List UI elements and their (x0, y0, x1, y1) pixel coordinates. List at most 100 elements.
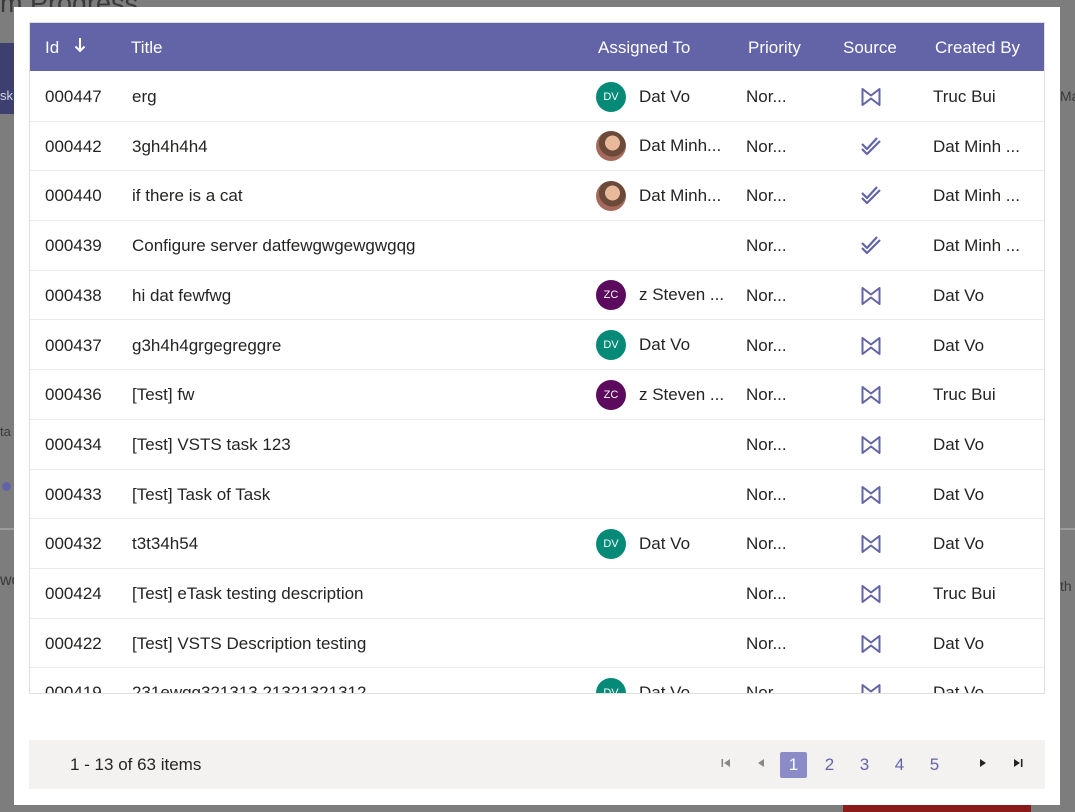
vsts-source-icon (856, 271, 886, 320)
cell-id: 000433 (45, 484, 102, 504)
cell-assigned-to: ZC z Steven ... (596, 271, 732, 320)
cell-title[interactable]: Configure server datfewgwgewgwgqg (132, 221, 582, 270)
assignee-name: Dat Minh... (639, 136, 722, 156)
avatar: ZC (596, 280, 626, 311)
cell-assigned-to (596, 569, 732, 618)
cell-id: 000447 (45, 87, 102, 106)
etask-source-icon (856, 221, 886, 270)
first-page-icon[interactable] (717, 752, 735, 778)
column-header-priority[interactable]: Priority (748, 23, 801, 71)
cell-created-by: Dat Minh ... (933, 136, 1020, 156)
cell-created-by: Dat Vo (933, 484, 985, 504)
cell-id: 000437 (45, 335, 102, 355)
cell-assigned-to (596, 470, 732, 519)
cell-created-by: Dat Minh ... (933, 236, 1020, 256)
column-header-title[interactable]: Title (131, 23, 163, 71)
pager-info: 1 - 13 of 63 items (70, 755, 202, 774)
pager: 1 - 13 of 63 items 12345 (29, 740, 1045, 789)
column-header-created-by[interactable]: Created By (935, 23, 1020, 71)
cell-assigned-to: DV Dat Vo (596, 321, 732, 370)
cell-title[interactable]: if there is a cat (132, 171, 582, 220)
table-row[interactable]: 000440 if there is a cat Dat Minh... Nor...… (30, 171, 1044, 222)
cell-created-by: Dat Vo (933, 285, 985, 305)
page-button-4[interactable]: 4 (886, 752, 913, 778)
avatar: DV (596, 330, 626, 360)
cell-title[interactable]: [Test] eTask testing description (132, 569, 582, 618)
vsts-source-icon (856, 619, 886, 668)
assignee-name: Dat Vo (639, 335, 691, 354)
cell-title[interactable]: [Test] Task of Task (132, 470, 582, 519)
arrow-down-icon (74, 23, 86, 73)
table-row[interactable]: 000419 231ewqg321313 21321321312 DV Dat Vo N… (30, 668, 1044, 694)
table-row[interactable]: 000437 g3h4h4grgegreggre DV Dat Vo Nor... Dat… (30, 321, 1044, 371)
table-row[interactable]: 000447 erg DV Dat Vo Nor... Truc Bui (30, 72, 1044, 122)
table-row[interactable]: 000424 [Test] eTask testing description No… (30, 569, 1044, 619)
task-grid: Id Title Assigned To Priority Source Cre… (29, 22, 1045, 694)
column-header-id-label: Id (45, 38, 60, 57)
cell-title[interactable]: 3gh4h4h4 (132, 122, 582, 171)
table-row[interactable]: 000432 t3t34h54 DV Dat Vo Nor... Dat Vo (30, 519, 1044, 569)
table-row[interactable]: 000434 [Test] VSTS task 123 Nor... Dat Vo (30, 420, 1044, 470)
table-row[interactable]: 000436 [Test] fw ZC z Steven ... Nor... Truc … (30, 370, 1044, 420)
cell-id: 000424 (45, 584, 102, 603)
cell-id: 000432 (45, 534, 102, 554)
cell-assigned-to: DV Dat Vo (596, 668, 732, 694)
cell-assigned-to (596, 221, 732, 270)
vsts-source-icon (856, 519, 886, 568)
assignee-name: Dat Vo (639, 86, 691, 106)
cell-created-by: Dat Vo (933, 534, 985, 554)
table-row[interactable]: 000438 hi dat fewfwg ZC z Steven ... Nor... D… (30, 271, 1044, 321)
cell-created-by: Dat Vo (933, 434, 985, 454)
cell-id: 000438 (45, 285, 102, 305)
page-button-1[interactable]: 1 (780, 752, 807, 778)
page-button-5[interactable]: 5 (921, 752, 948, 778)
next-page-icon[interactable] (974, 752, 992, 778)
cell-priority: Nor... (746, 236, 787, 256)
background-right-section-label: th (1060, 578, 1072, 594)
avatar: DV (596, 81, 626, 112)
cell-created-by: Truc Bui (933, 385, 996, 405)
cell-created-by: Truc Bui (933, 87, 996, 106)
cell-id: 000439 (45, 236, 102, 256)
cell-priority: Nor... (746, 285, 787, 305)
page-button-3[interactable]: 3 (851, 752, 878, 778)
cell-assigned-to: Dat Minh... (596, 171, 732, 220)
page-button-2[interactable]: 2 (816, 752, 843, 778)
prev-page-icon[interactable] (752, 752, 770, 778)
cell-priority: Nor... (746, 434, 787, 454)
vsts-source-icon (856, 321, 886, 370)
assignee-name: z Steven ... (639, 285, 725, 305)
cell-id: 000436 (45, 385, 102, 405)
background-red-button (843, 804, 1031, 812)
cell-title[interactable]: 231ewqg321313 21321321312 (132, 668, 582, 693)
cell-title[interactable]: [Test] VSTS Description testing (132, 619, 582, 668)
cell-title[interactable]: hi dat fewfwg (132, 271, 582, 320)
vsts-source-icon (856, 370, 886, 419)
avatar (596, 131, 626, 162)
table-row[interactable]: 000433 [Test] Task of Task Nor... Dat Vo (30, 470, 1044, 520)
last-page-icon[interactable] (1009, 752, 1027, 778)
avatar: DV (596, 677, 626, 693)
table-row[interactable]: 000422 [Test] VSTS Description testing Nor… (30, 619, 1044, 669)
table-row[interactable]: 000439 Configure server datfewgwgewgwgqg N… (30, 221, 1044, 271)
vsts-source-icon (856, 668, 886, 693)
vsts-source-icon (856, 569, 886, 618)
cell-priority: Nor... (746, 633, 787, 653)
cell-assigned-to: DV Dat Vo (596, 519, 732, 568)
background-divider (0, 528, 14, 530)
assignee-name: Dat Vo (639, 682, 691, 694)
cell-title[interactable]: [Test] VSTS task 123 (132, 420, 582, 469)
column-header-source[interactable]: Source (843, 23, 897, 71)
cell-title[interactable]: [Test] fw (132, 370, 582, 419)
cell-title[interactable]: t3t34h54 (132, 519, 582, 568)
background-divider-right (1060, 528, 1075, 530)
background-side-label: ta (0, 424, 11, 439)
column-header-assigned-to[interactable]: Assigned To (598, 23, 690, 71)
cell-priority: Nor... (746, 683, 787, 694)
column-header-id[interactable]: Id (45, 23, 86, 71)
cell-title[interactable]: g3h4h4grgegreggre (132, 321, 582, 370)
cell-title[interactable]: erg (132, 72, 582, 121)
avatar: DV (596, 528, 626, 559)
table-row[interactable]: 000442 3gh4h4h4 Dat Minh... Nor... Dat Minh … (30, 122, 1044, 172)
cell-assigned-to: DV Dat Vo (596, 72, 732, 121)
